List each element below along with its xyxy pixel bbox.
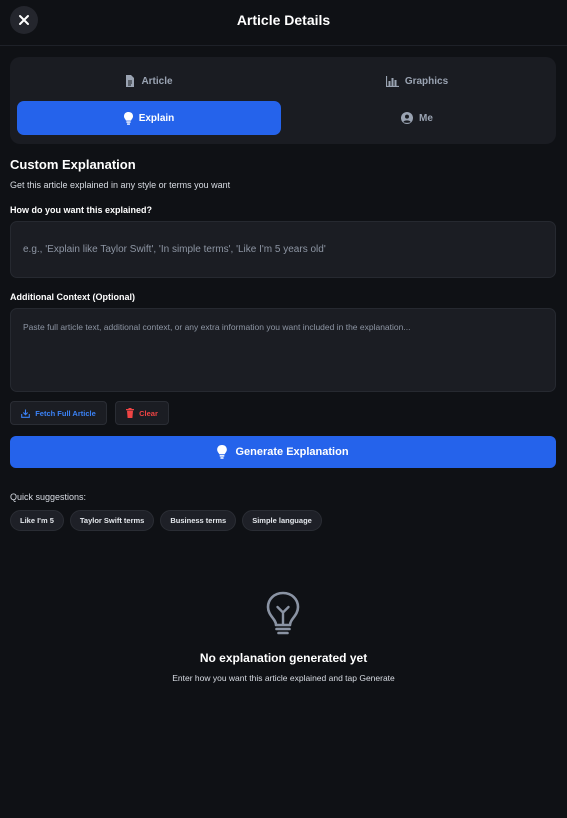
empty-state-icon — [264, 591, 302, 640]
style-input-placeholder: e.g., 'Explain like Taylor Swift', 'In s… — [23, 244, 326, 255]
tab-graphics[interactable]: Graphics — [285, 64, 549, 98]
lightbulb-icon — [266, 591, 300, 635]
tab-me[interactable]: Me — [285, 101, 549, 135]
section-subtitle: Get this article explained in any style … — [10, 180, 231, 190]
context-textarea-placeholder: Paste full article text, additional cont… — [23, 322, 411, 332]
suggestion-chip[interactable]: Simple language — [242, 510, 322, 531]
user-circle-icon — [401, 112, 414, 124]
lightbulb-icon — [217, 445, 228, 459]
clear-button[interactable]: Clear — [115, 401, 169, 425]
section-title: Custom Explanation — [10, 157, 136, 172]
fetch-article-button[interactable]: Fetch Full Article — [10, 401, 107, 425]
suggestion-chip[interactable]: Like I'm 5 — [10, 510, 64, 531]
generate-explanation-label: Generate Explanation — [235, 446, 349, 458]
document-icon — [126, 75, 135, 87]
tab-bar: Article Graphics Explain Me — [10, 57, 556, 144]
quick-suggestions-label: Quick suggestions: — [10, 492, 87, 502]
clear-label: Clear — [139, 408, 158, 418]
header-bar: Article Details — [0, 0, 567, 46]
fetch-article-label: Fetch Full Article — [35, 408, 96, 418]
context-field-label: Additional Context (Optional) — [10, 292, 135, 302]
empty-state-title: No explanation generated yet — [199, 651, 368, 665]
suggestion-chip[interactable]: Business terms — [160, 510, 237, 531]
page-title: Article Details — [236, 12, 331, 28]
quick-suggestions: Like I'm 5 Taylor Swift terms Business t… — [10, 510, 322, 531]
suggestion-chip[interactable]: Taylor Swift terms — [69, 510, 155, 531]
trash-icon — [126, 408, 135, 418]
style-input[interactable]: e.g., 'Explain like Taylor Swift', 'In s… — [10, 221, 556, 278]
lightbulb-icon — [123, 111, 133, 125]
style-field-label: How do you want this explained? — [10, 205, 153, 215]
tab-explain[interactable]: Explain — [17, 101, 281, 135]
tab-me-label: Me — [419, 112, 433, 124]
tab-explain-label: Explain — [138, 112, 175, 124]
bar-chart-icon — [385, 75, 399, 87]
generate-explanation-button[interactable]: Generate Explanation — [10, 436, 556, 468]
tab-article[interactable]: Article — [17, 64, 281, 98]
tab-graphics-label: Graphics — [404, 75, 449, 87]
empty-state-subtitle: Enter how you want this article explaine… — [172, 673, 395, 683]
context-textarea[interactable]: Paste full article text, additional cont… — [10, 308, 556, 392]
download-icon — [21, 409, 31, 418]
tab-article-label: Article — [141, 75, 173, 87]
